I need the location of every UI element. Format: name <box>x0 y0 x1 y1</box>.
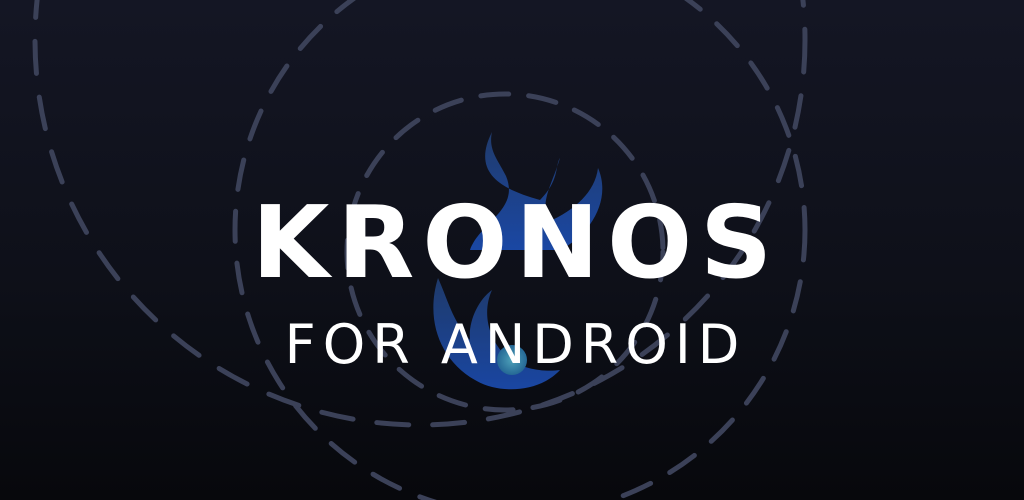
feature-banner: KRONOS FOR ANDROID <box>0 0 1024 500</box>
banner-subtitle: FOR ANDROID <box>284 313 747 376</box>
banner-title: KRONOS <box>251 184 781 301</box>
